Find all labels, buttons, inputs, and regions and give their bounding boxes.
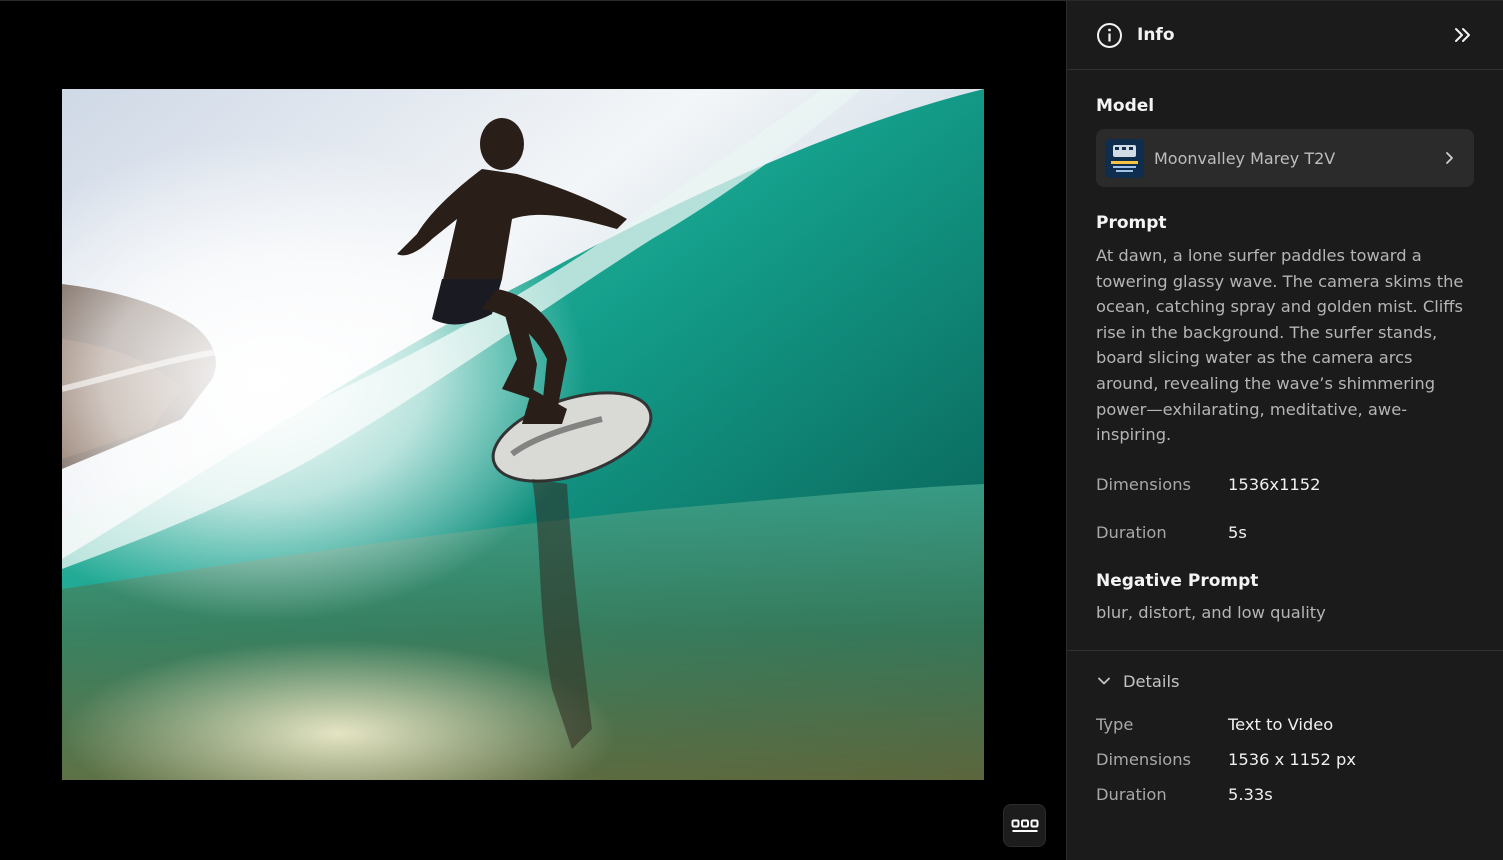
details-row-type: Type Text to Video [1096,715,1474,734]
collapse-panel-button[interactable] [1452,24,1474,46]
info-panel: Info Model Moonvalley Marey T2V Prompt A… [1066,0,1503,860]
model-thumbnail [1105,138,1144,178]
negative-prompt-title: Negative Prompt [1096,570,1259,591]
details-dimensions-value: 1536 x 1152 px [1228,749,1357,769]
generated-video[interactable] [62,89,984,780]
model-section-title: Model [1096,96,1155,116]
details-type-label: Type [1096,714,1134,734]
model-name: Moonvalley Marey T2V [1154,148,1336,168]
details-toggle[interactable]: Details [1096,672,1474,691]
details-row-duration: Duration 5.33s [1096,785,1474,804]
app-root: Info Model Moonvalley Marey T2V Prompt A… [0,0,1503,860]
chevron-down-icon [1096,673,1112,689]
duration-row: Duration 5s [1096,523,1474,542]
dimensions-value: 1536x1152 [1228,474,1321,494]
info-circle-icon [1096,22,1123,49]
model-section: Model Moonvalley Marey T2V [1067,70,1503,187]
duration-label: Duration [1096,522,1167,542]
prompt-text: At dawn, a lone surfer paddles toward a … [1096,246,1464,445]
dimensions-row: Dimensions 1536x1152 [1096,475,1474,494]
details-type-value: Text to Video [1228,714,1334,734]
negative-prompt-text: blur, distort, and low quality [1096,602,1326,622]
more-options-button[interactable] [1003,804,1046,847]
prompt-section: Prompt At dawn, a lone surfer paddles to… [1067,187,1503,448]
details-section: Details Type Text to Video Dimensions 15… [1067,651,1503,804]
info-panel-header: Info [1067,1,1503,70]
more-dots-icon [1011,819,1039,833]
surfer-video-frame [62,89,984,780]
details-toggle-label: Details [1123,671,1180,691]
info-panel-title: Info [1137,25,1175,45]
details-duration-value: 5.33s [1228,784,1273,804]
duration-value: 5s [1228,522,1247,542]
details-duration-label: Duration [1096,784,1167,804]
double-chevron-right-icon [1454,27,1472,43]
summary-section: Dimensions 1536x1152 Duration 5s [1067,448,1503,542]
chevron-right-icon [1441,150,1457,166]
prompt-section-title: Prompt [1096,213,1167,233]
details-dimensions-label: Dimensions [1096,749,1192,769]
dimensions-label: Dimensions [1096,474,1192,494]
negative-prompt-section: Negative Prompt blur, distort, and low q… [1067,542,1503,650]
media-viewer [0,0,1066,860]
model-card[interactable]: Moonvalley Marey T2V [1096,129,1474,187]
details-row-dimensions: Dimensions 1536 x 1152 px [1096,750,1474,769]
